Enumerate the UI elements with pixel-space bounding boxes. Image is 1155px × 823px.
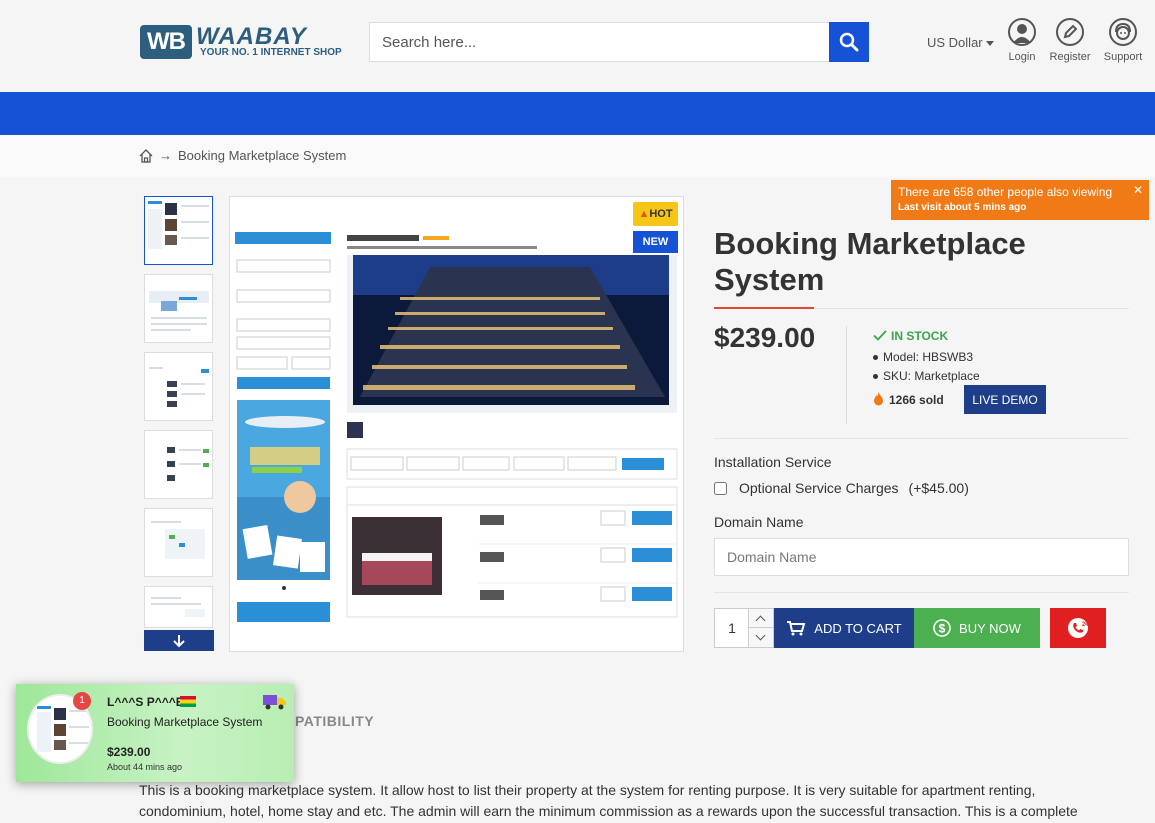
product-price: $239.00 (714, 322, 816, 353)
sold-count-label: 1266 sold (889, 393, 944, 407)
product-sku-value: SKU: Marketplace (883, 369, 980, 383)
login-label: Login (1008, 51, 1036, 63)
logo[interactable]: WB WAABAY YOUR NO. 1 INTERNET SHOP (140, 23, 342, 61)
viewing-notice-text: There are 658 other people also viewing (898, 185, 1113, 199)
register-label: Register (1049, 51, 1091, 63)
add-to-cart-label: ADD TO CART (814, 620, 902, 636)
title-accent (714, 307, 814, 309)
new-badge: NEW (633, 231, 678, 253)
product-main-image[interactable] (229, 196, 684, 652)
buy-now-label: BUY NOW (959, 620, 1021, 636)
arrow-down-icon (173, 635, 185, 648)
breadcrumb-separator: → (159, 148, 172, 163)
product-description: This is a booking marketplace system. It… (139, 782, 1078, 819)
home-icon[interactable] (139, 148, 153, 163)
close-icon[interactable]: ✕ (1133, 183, 1143, 197)
svg-text:24: 24 (1082, 622, 1089, 628)
live-demo-button[interactable]: LIVE DEMO (964, 385, 1046, 414)
thumbnail-scroll-down[interactable] (144, 630, 214, 651)
check-icon (873, 330, 887, 341)
caret-down-icon (985, 41, 994, 47)
delivery-truck-icon (263, 693, 287, 716)
quantity-stepper: 1 (714, 608, 774, 648)
optional-service-option[interactable]: Optional Service Charges (+$45.00) (714, 480, 969, 496)
login-link[interactable]: Login (997, 18, 1047, 63)
bullet-icon (873, 374, 878, 380)
domain-name-input[interactable] (714, 538, 1129, 576)
purchase-product-name: Booking Marketplace System (107, 715, 263, 729)
purchase-price: $239.00 (107, 745, 151, 759)
recent-purchase-popup[interactable]: 1 L^^^S P^^^E Booking Marketplace System… (16, 684, 294, 782)
buyer-name: L^^^S P^^^E (107, 695, 184, 709)
sold-count: 1266 sold (873, 392, 944, 407)
viewing-notice-subtext: Last visit about 5 mins ago (898, 202, 1027, 213)
optional-service-checkbox[interactable] (714, 481, 727, 495)
quantity-value[interactable]: 1 (715, 609, 749, 647)
phone-24-icon: 24 (1068, 618, 1089, 638)
optional-service-price: (+$45.00) (908, 480, 969, 496)
notification-count: 1 (73, 692, 91, 710)
bullet-icon (873, 355, 878, 361)
product-model-value: Model: HBSWB3 (883, 350, 974, 364)
search-icon (839, 32, 859, 52)
product-screenshot (235, 232, 678, 622)
product-title: Booking Marketplace System (714, 226, 1026, 297)
main-navbar (0, 92, 1155, 135)
optional-service-label: Optional Service Charges (739, 480, 899, 496)
domain-name-title: Domain Name (714, 514, 804, 530)
stock-label: IN STOCK (891, 329, 949, 343)
logo-tagline: YOUR NO. 1 INTERNET SHOP (200, 47, 342, 58)
fire-icon (874, 392, 883, 406)
hot-badge-label: HOT (649, 208, 673, 220)
thumbnail[interactable] (144, 352, 213, 421)
register-link[interactable]: Register (1045, 18, 1095, 63)
user-icon (1008, 18, 1036, 46)
logo-mark: WB (140, 25, 192, 59)
dollar-circle-icon: $ (933, 619, 951, 637)
search-button[interactable] (829, 22, 869, 62)
purchase-time: About 44 mins ago (107, 762, 183, 772)
svg-text:$: $ (939, 622, 946, 636)
price-divider (846, 326, 847, 424)
hot-badge: ▲HOT (633, 202, 678, 226)
thumbnail[interactable] (144, 196, 213, 265)
thumbnail[interactable] (144, 508, 213, 577)
product-sku: SKU: Marketplace (873, 369, 980, 383)
buy-now-button[interactable]: $ BUY NOW (914, 608, 1040, 648)
cart-icon (787, 621, 806, 636)
pencil-icon (1056, 18, 1084, 46)
viewing-notice: There are 658 other people also viewing … (891, 180, 1149, 220)
breadcrumb: → Booking Marketplace System (139, 148, 346, 163)
support-agent-icon (1109, 18, 1137, 46)
support-link[interactable]: Support (1098, 18, 1148, 63)
breadcrumb-current: Booking Marketplace System (178, 148, 347, 163)
search-bar (369, 22, 869, 62)
compatibility-tab[interactable]: PATIBILITY (295, 713, 374, 729)
country-flag-icon (180, 696, 196, 707)
site-header: WB WAABAY YOUR NO. 1 INTERNET SHOP US Do… (0, 0, 1155, 92)
currency-label: US Dollar (927, 35, 983, 50)
thumbnail[interactable] (144, 430, 213, 499)
installation-service-title: Installation Service (714, 454, 832, 470)
quantity-increase-button[interactable] (748, 609, 773, 628)
stock-status: IN STOCK (873, 329, 948, 343)
product-model: Model: HBSWB3 (873, 350, 973, 364)
currency-selector[interactable]: US Dollar (927, 35, 994, 50)
add-to-cart-button[interactable]: ADD TO CART (774, 608, 914, 648)
support-label: Support (1103, 51, 1143, 63)
support-24h-button[interactable]: 24 (1050, 608, 1106, 648)
divider (714, 438, 1129, 439)
search-input[interactable] (369, 22, 829, 62)
thumbnail[interactable] (144, 586, 213, 628)
fire-icon: ▲ (638, 208, 650, 220)
thumbnail-list (144, 196, 214, 637)
quantity-decrease-button[interactable] (748, 628, 773, 647)
divider (714, 592, 1129, 593)
thumbnail[interactable] (144, 274, 213, 343)
